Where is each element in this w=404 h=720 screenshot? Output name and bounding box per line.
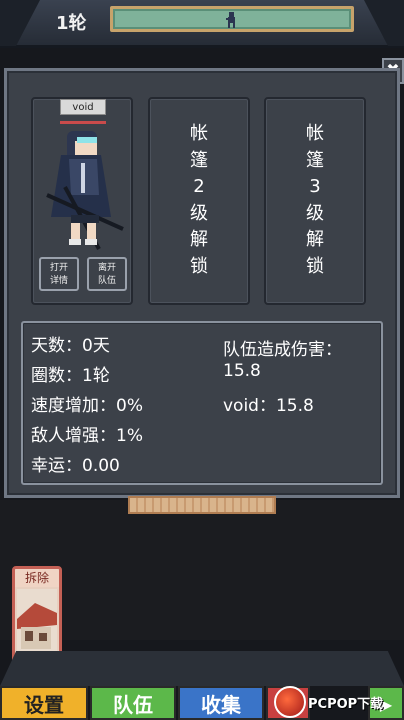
stat-enemy-boost: 敌人增强：1% <box>31 426 143 446</box>
top-bar: 1轮 <box>0 0 404 48</box>
leave-team-button[interactable]: 离开 队伍 <box>87 257 127 291</box>
stat-team-damage-value: 15.8 <box>223 361 261 381</box>
stat-member-damage: void：15.8 <box>223 396 314 416</box>
tab-collect[interactable]: 收集 <box>178 686 264 720</box>
character-name-tag: void <box>60 99 106 115</box>
party-panel: void 打开 详情 离开 队伍 帐 篷 2 级 解 锁 帐 篷 3 级 解 锁… <box>4 68 400 498</box>
road-tile <box>128 496 276 514</box>
hero-position-icon <box>226 12 235 28</box>
stat-days: 天数：0天 <box>31 336 110 356</box>
stat-luck: 幸运：0.00 <box>31 456 120 476</box>
round-counter: 1轮 <box>56 13 87 34</box>
watermark-logo-icon <box>274 686 306 718</box>
party-slot-1: void 打开 详情 离开 队伍 <box>31 97 133 305</box>
party-slot-2-locked: 帐 篷 2 级 解 锁 <box>148 97 250 305</box>
slot-3-unlock-text: 帐 篷 3 级 解 锁 <box>306 123 324 277</box>
tab-team[interactable]: 队伍 <box>90 686 176 720</box>
character-sprite <box>46 131 124 250</box>
tab-settings[interactable]: 设置 <box>0 686 88 720</box>
stat-speed-bonus: 速度增加：0% <box>31 396 143 416</box>
loop-progress-track <box>110 6 354 32</box>
top-bar-corner-left <box>0 0 40 46</box>
card-label: 拆除 <box>15 569 59 587</box>
stat-loops: 圈数：1轮 <box>31 366 110 386</box>
top-bar-corner-right <box>364 0 404 46</box>
watermark: PCPOP下载 <box>274 684 404 720</box>
open-details-button[interactable]: 打开 详情 <box>39 257 79 291</box>
party-slot-3-locked: 帐 篷 3 级 解 锁 <box>264 97 366 305</box>
stats-box: 天数：0天 圈数：1轮 速度增加：0% 敌人增强：1% 幸运：0.00 队伍造成… <box>21 321 383 485</box>
character-health-bar <box>60 121 106 124</box>
slot-2-unlock-text: 帐 篷 2 级 解 锁 <box>190 123 208 277</box>
stat-team-damage-label: 队伍造成伤害： <box>223 340 342 360</box>
watermark-text: PCPOP下载 <box>308 696 384 712</box>
